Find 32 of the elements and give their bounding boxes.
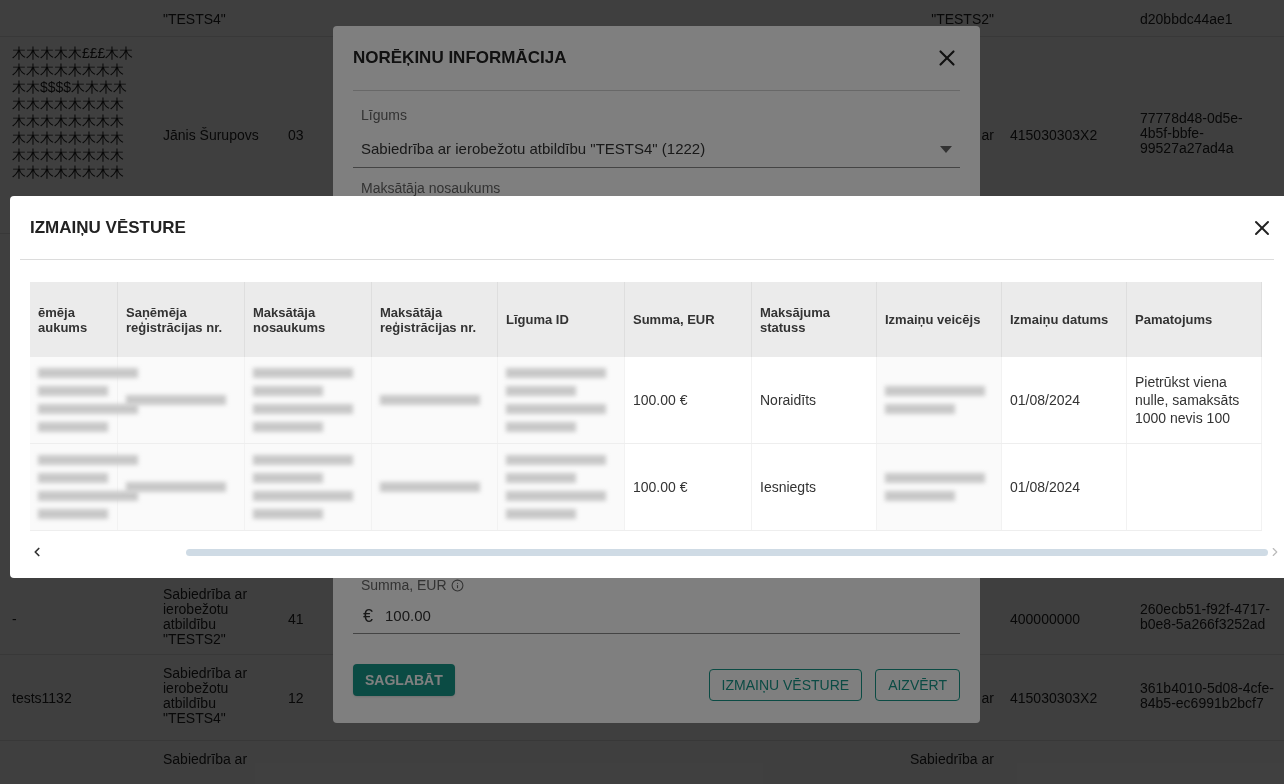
column-header: Saņēmēja reģistrācijas nr. <box>126 304 224 335</box>
save-button[interactable]: SAGLABĀT <box>353 664 455 696</box>
column-header: Izmaiņu veicējs <box>885 312 981 327</box>
column-header: Pamatojums <box>1135 312 1213 327</box>
contract-select[interactable]: Sabiedrība ar ierobežotu atbildību "TESTS4" (1222) <box>353 132 960 168</box>
table-cell: - <box>12 611 17 627</box>
close-button[interactable]: AIZVĒRT <box>875 669 960 701</box>
dialog-title: IZMAIŅU VĒSTURE <box>30 216 186 239</box>
table-cell: 01/08/2024 <box>1010 478 1081 496</box>
dialog-title: NORĒĶINU INFORMĀCIJA <box>353 47 567 70</box>
column-header: Summa, EUR <box>633 312 715 327</box>
field-label: Maksātāja nosaukums <box>361 179 502 198</box>
column-header: Maksājuma statuss <box>760 304 832 335</box>
change-history-button[interactable]: IZMAIŅU VĒSTURE <box>708 669 863 701</box>
column-header: ēmēja aukums <box>38 304 89 335</box>
column-header: Maksātāja nosaukums <box>253 304 327 335</box>
table-cell-text: Pietrūkst viena nulle, samaksāts 1000 nevis 100 <box>1135 373 1241 427</box>
field-label: Līgums <box>361 106 408 125</box>
column-header: Maksātāja reģistrācijas nr. <box>380 304 478 335</box>
field-label: Summa, EUR <box>361 576 447 595</box>
table-cell: Noraidīts <box>760 391 817 409</box>
currency-symbol: € <box>363 605 373 628</box>
dropdown-caret-icon <box>940 146 952 153</box>
table-cell: Iesniegts <box>760 478 817 496</box>
info-icon[interactable] <box>450 579 464 592</box>
table-cell: 100.00 € <box>633 391 688 409</box>
table-cell: 100.00 € <box>633 478 688 496</box>
column-header: Līguma ID <box>506 312 569 327</box>
column-header: Izmaiņu datums <box>1010 312 1109 327</box>
horizontal-scrollbar[interactable] <box>186 548 1268 556</box>
table-cell: 01/08/2024 <box>1010 391 1081 409</box>
amount-field[interactable]: € 100.00 <box>353 600 960 634</box>
